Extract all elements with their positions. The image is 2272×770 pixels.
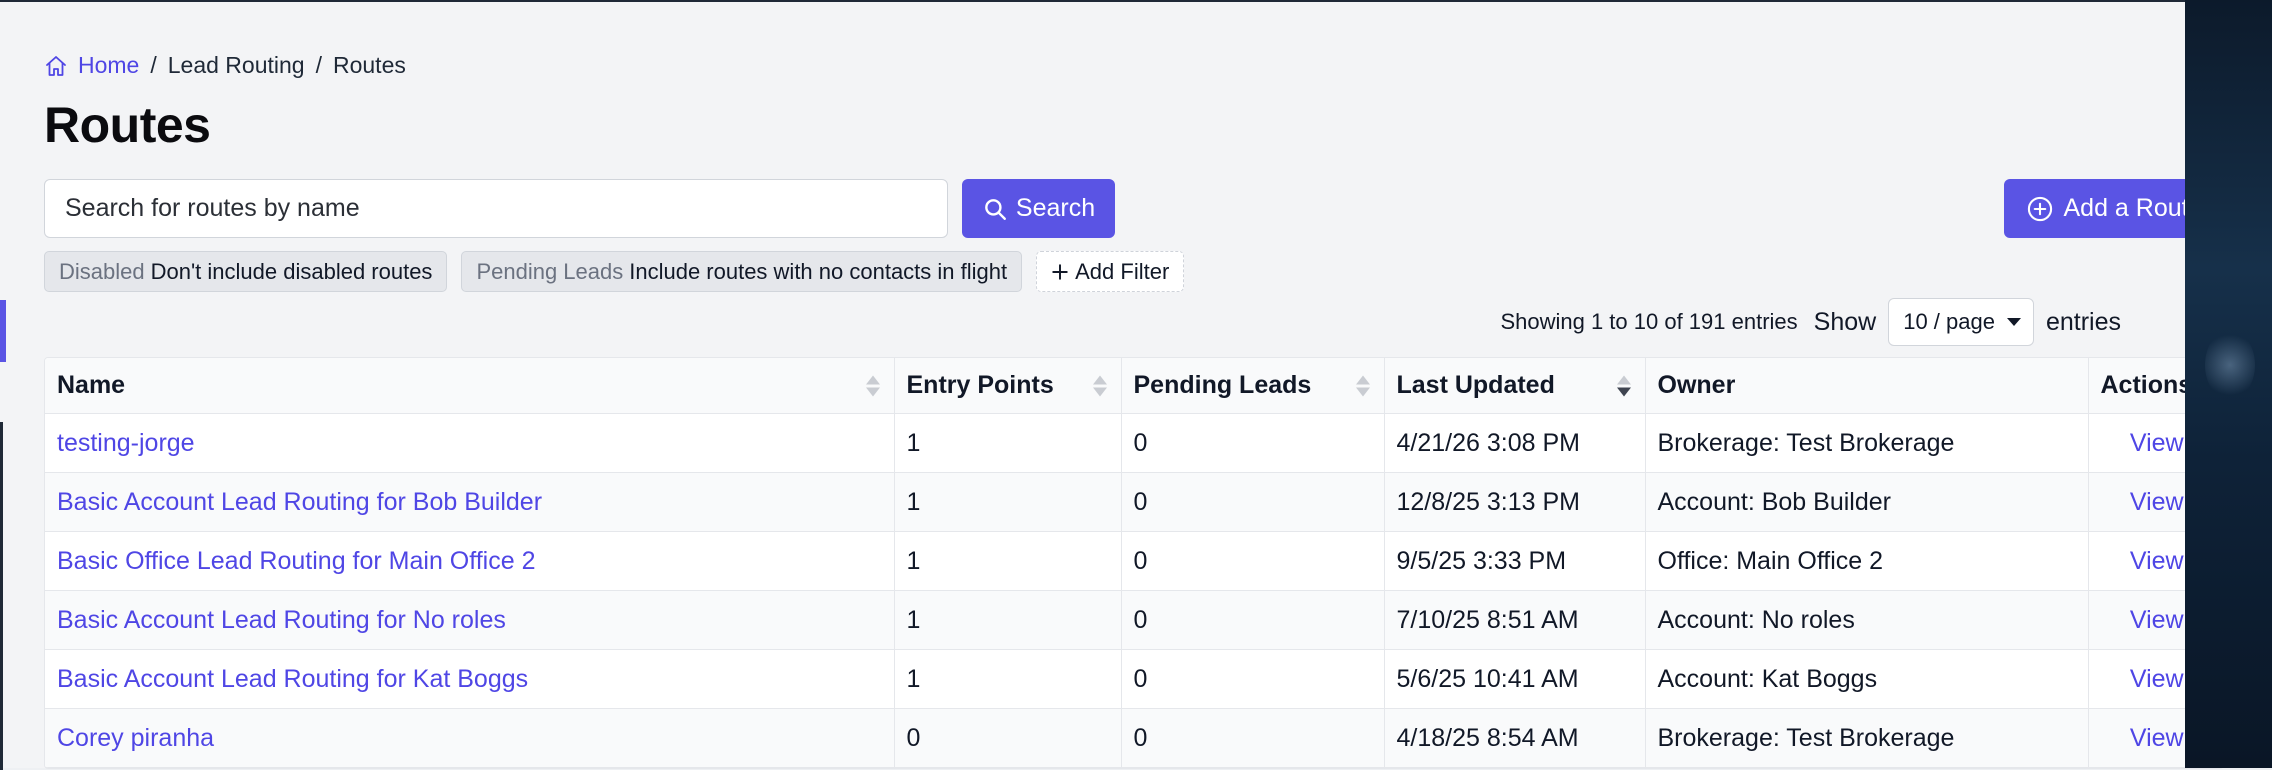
route-name-link[interactable]: Corey piranha <box>57 724 214 752</box>
route-name-cell: testing-jorge <box>45 413 895 473</box>
view-link[interactable]: View <box>2130 488 2184 516</box>
pending-leads-cell: 0 <box>1121 649 1385 709</box>
route-name-link[interactable]: Basic Office Lead Routing for Main Offic… <box>57 547 536 575</box>
pending-leads-cell: 0 <box>1121 708 1385 768</box>
search-icon <box>985 198 1006 220</box>
entries-summary: Showing 1 to 10 of 191 entries <box>1500 309 1798 334</box>
view-link[interactable]: View <box>2130 724 2184 752</box>
view-link[interactable]: View <box>2130 547 2184 575</box>
app-window: Home / Lead Routing / Routes Routes Sear… <box>0 0 2224 770</box>
table-row: Basic Account Lead Routing for Bob Build… <box>45 472 2223 532</box>
filter-bar: Disabled Don't include disabled routes P… <box>44 251 1185 292</box>
breadcrumb-separator: / <box>315 52 322 78</box>
sort-arrows-icon[interactable] <box>1355 375 1370 396</box>
route-name-cell: Basic Account Lead Routing for No roles <box>45 590 895 650</box>
route-name-link[interactable]: Basic Account Lead Routing for Bob Build… <box>57 488 542 516</box>
last-updated-cell: 5/6/25 10:41 AM <box>1384 649 1646 709</box>
view-link[interactable]: View <box>2130 665 2184 693</box>
last-updated-cell: 7/10/25 8:51 AM <box>1384 590 1646 650</box>
view-link[interactable]: View <box>2130 429 2184 457</box>
window-edge <box>0 422 3 770</box>
owner-cell: Account: Kat Boggs <box>1645 649 2089 709</box>
sort-arrows-icon[interactable] <box>1092 375 1107 396</box>
route-name-link[interactable]: Basic Account Lead Routing for No roles <box>57 606 506 634</box>
column-header-owner: Owner <box>1645 358 2089 414</box>
breadcrumb: Home / Lead Routing / Routes <box>44 52 406 79</box>
owner-cell: Brokerage: Test Brokerage <box>1645 708 2089 768</box>
pending-leads-cell: 0 <box>1121 590 1385 650</box>
owner-cell: Office: Main Office 2 <box>1645 531 2089 591</box>
page-size-value: 10 / page <box>1903 309 1995 334</box>
desktop-background <box>2185 0 2272 768</box>
routes-table: Name Entry Points Pending Leads Last Upd… <box>44 357 2224 769</box>
last-updated-cell: 4/21/26 3:08 PM <box>1384 413 1646 473</box>
plus-circle-icon <box>2027 196 2052 221</box>
owner-cell: Account: Bob Builder <box>1645 472 2089 532</box>
entries-label: entries <box>2045 307 2121 336</box>
page-size-select[interactable]: 10 / page <box>1888 298 2034 346</box>
add-filter-label: Add Filter <box>1075 258 1170 284</box>
breadcrumb-home-link[interactable]: Home <box>78 52 139 79</box>
add-filter-button[interactable]: Add Filter <box>1036 251 1185 292</box>
last-updated-cell: 9/5/25 3:33 PM <box>1384 531 1646 591</box>
column-header-entry-points[interactable]: Entry Points <box>894 358 1122 414</box>
entry-points-cell: 1 <box>894 590 1122 650</box>
filter-value: Include routes with no contacts in fligh… <box>629 258 1008 284</box>
filter-key: Disabled <box>59 258 145 284</box>
plus-icon <box>1052 263 1068 280</box>
column-header-pending-leads[interactable]: Pending Leads <box>1121 358 1385 414</box>
sidebar-active-indicator <box>0 300 6 362</box>
table-row: Basic Office Lead Routing for Main Offic… <box>45 531 2223 591</box>
entry-points-cell: 1 <box>894 531 1122 591</box>
last-updated-cell: 4/18/25 8:54 AM <box>1384 708 1646 768</box>
owner-cell: Account: No roles <box>1645 590 2089 650</box>
filter-chip-pending-leads[interactable]: Pending Leads Include routes with no con… <box>461 251 1023 292</box>
pending-leads-cell: 0 <box>1121 531 1385 591</box>
owner-cell: Brokerage: Test Brokerage <box>1645 413 2089 473</box>
wallpaper-highlight <box>2205 330 2255 400</box>
filter-key: Pending Leads <box>476 258 624 284</box>
pending-leads-cell: 0 <box>1121 472 1385 532</box>
view-link[interactable]: View <box>2130 606 2184 634</box>
filter-chip-disabled[interactable]: Disabled Don't include disabled routes <box>44 251 448 292</box>
column-header-last-updated[interactable]: Last Updated <box>1384 358 1646 414</box>
breadcrumb-lead-routing[interactable]: Lead Routing <box>168 52 305 79</box>
last-updated-cell: 12/8/25 3:13 PM <box>1384 472 1646 532</box>
page-title: Routes <box>44 97 211 153</box>
show-label: Show <box>1813 307 1877 336</box>
add-route-label: Add a Route <box>2063 194 2203 222</box>
route-name-link[interactable]: testing-jorge <box>57 429 195 457</box>
sort-arrows-icon[interactable] <box>865 375 880 396</box>
entry-points-cell: 1 <box>894 472 1122 532</box>
route-name-cell: Basic Account Lead Routing for Bob Build… <box>45 472 895 532</box>
route-name-cell: Corey piranha <box>45 708 895 768</box>
route-name-cell: Basic Account Lead Routing for Kat Boggs <box>45 649 895 709</box>
search-button[interactable]: Search <box>962 179 1115 238</box>
filter-value: Don't include disabled routes <box>150 258 433 284</box>
table-row: Corey piranha 0 0 4/18/25 8:54 AM Broker… <box>45 708 2223 768</box>
table-row: Basic Account Lead Routing for No roles … <box>45 590 2223 650</box>
breadcrumb-current: Routes <box>332 52 406 78</box>
search-input[interactable] <box>44 179 948 238</box>
entry-points-cell: 1 <box>894 413 1122 473</box>
pending-leads-cell: 0 <box>1121 413 1385 473</box>
search-button-label: Search <box>1015 194 1096 222</box>
caret-down-icon <box>2006 318 2021 326</box>
entry-points-cell: 0 <box>894 708 1122 768</box>
pagination-info: Showing 1 to 10 of 191 entries Show 10 /… <box>1500 298 2121 346</box>
column-header-name[interactable]: Name <box>45 358 895 414</box>
table-row: Basic Account Lead Routing for Kat Boggs… <box>45 649 2223 709</box>
table-row: testing-jorge 1 0 4/21/26 3:08 PM Broker… <box>45 413 2223 473</box>
route-name-cell: Basic Office Lead Routing for Main Offic… <box>45 531 895 591</box>
route-name-link[interactable]: Basic Account Lead Routing for Kat Boggs <box>57 665 528 693</box>
home-icon <box>46 55 66 76</box>
breadcrumb-separator: / <box>150 52 157 78</box>
sort-desc-icon[interactable] <box>1616 375 1631 396</box>
table-header-row: Name Entry Points Pending Leads Last Upd… <box>45 358 2223 414</box>
entry-points-cell: 1 <box>894 649 1122 709</box>
